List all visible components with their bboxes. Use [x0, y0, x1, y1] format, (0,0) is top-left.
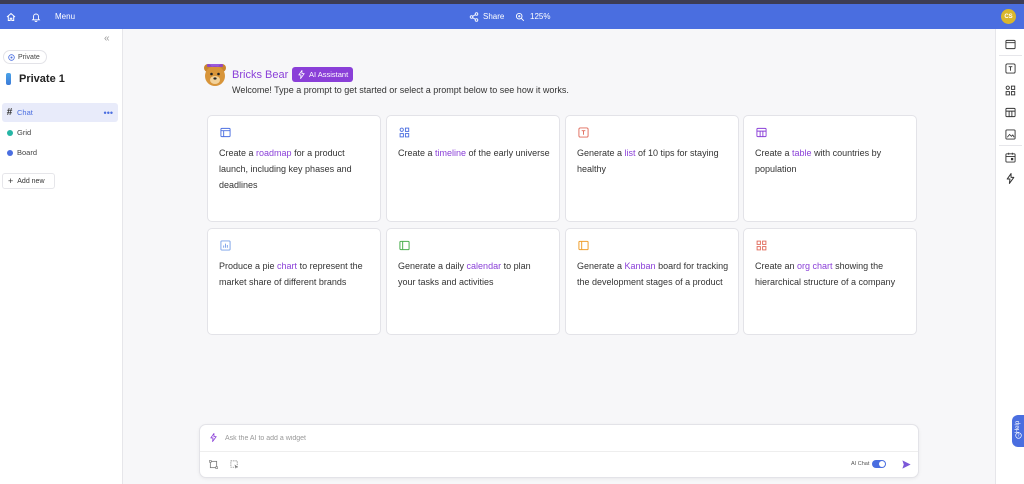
ai-prompt-input[interactable]: [225, 431, 825, 445]
avatar[interactable]: CS: [1001, 9, 1016, 24]
workspace-title: Private 1: [6, 73, 65, 85]
sidebar-item-label: Chat: [17, 108, 33, 117]
text-widget-icon[interactable]: [1004, 62, 1016, 74]
help-label: Help: [1015, 420, 1022, 433]
home-icon[interactable]: [5, 4, 17, 29]
zoom-level[interactable]: 125%: [530, 4, 550, 29]
org-chart-icon: [756, 240, 767, 251]
prompt-card-org-chart[interactable]: Create an org chart showing the hierarch…: [743, 228, 917, 335]
calendar-widget-icon[interactable]: [1004, 151, 1016, 163]
list-icon: [578, 127, 589, 138]
more-options-icon[interactable]: •••: [104, 108, 113, 118]
chart-icon: [220, 240, 231, 251]
share-icon[interactable]: [468, 4, 480, 29]
ai-lightning-icon[interactable]: [1004, 172, 1016, 184]
board-dot-icon: [6, 149, 13, 156]
prompt-card-timeline[interactable]: Create a timeline of the early universe: [386, 115, 560, 222]
sparkle-icon: [210, 433, 217, 442]
bell-icon[interactable]: [30, 4, 42, 29]
timeline-icon: [399, 127, 410, 138]
prompt-text: Produce a pie chart to represent the mar…: [219, 261, 363, 287]
send-icon[interactable]: [901, 459, 912, 470]
ai-chat-toggle[interactable]: [872, 460, 886, 468]
prompt-text: Create a timeline of the early universe: [398, 148, 550, 158]
right-toolbar: Help ?: [995, 29, 1024, 484]
prompt-text: Generate a Kanban board for tracking the…: [577, 261, 729, 287]
prompt-card-table[interactable]: Create a table with countries by populat…: [743, 115, 917, 222]
select-area-icon[interactable]: [209, 460, 218, 469]
ai-assistant-badge: AI Assistant: [292, 67, 354, 82]
hash-icon: #: [6, 107, 13, 118]
table-icon: [756, 127, 767, 138]
shapes-widget-icon[interactable]: [1004, 84, 1016, 96]
prompt-text: Generate a daily calendar to plan your t…: [398, 261, 531, 287]
welcome-text: Welcome! Type a prompt to get started or…: [232, 85, 569, 95]
add-new-label: Add new: [17, 177, 45, 185]
private-pill-label: Private: [18, 53, 40, 61]
sidebar-item-grid[interactable]: Grid: [2, 123, 118, 142]
private-pill[interactable]: Private: [3, 50, 47, 64]
divider: [999, 145, 1022, 146]
sparkle-icon: [298, 70, 305, 79]
bot-name: Bricks Bear: [232, 69, 289, 81]
collapse-sidebar-icon[interactable]: «: [104, 33, 110, 44]
plus-icon: +: [8, 176, 14, 186]
ai-chat-box: AI Chat: [199, 424, 919, 478]
sidebar-item-label: Board: [17, 148, 38, 157]
divider: [200, 451, 918, 452]
calendar-icon: [399, 240, 410, 251]
ai-chat-label: AI Chat: [851, 461, 870, 467]
workspace-icon: [6, 73, 11, 85]
top-bar: Menu Share 125% CS: [0, 4, 1024, 29]
prompt-card-calendar[interactable]: Generate a daily calendar to plan your t…: [386, 228, 560, 335]
sidebar-item-chat[interactable]: # Chat •••: [2, 103, 118, 122]
panel-layout-icon[interactable]: [1004, 38, 1016, 50]
shield-icon: [8, 53, 15, 61]
ai-assistant-badge-label: AI Assistant: [309, 70, 349, 79]
bricks-bear-avatar: [204, 64, 226, 86]
prompt-card-list[interactable]: Generate a list of 10 tips for staying h…: [565, 115, 739, 222]
help-button[interactable]: Help ?: [1012, 415, 1024, 447]
add-new-button[interactable]: + Add new: [2, 173, 55, 189]
sidebar-item-label: Grid: [17, 128, 32, 137]
table-widget-icon[interactable]: [1004, 106, 1016, 118]
grid-dot-icon: [6, 129, 13, 136]
zoom-icon[interactable]: [514, 4, 526, 29]
prompt-text: Create a table with countries by populat…: [755, 148, 882, 174]
prompt-card-roadmap[interactable]: Create a roadmap for a product launch, i…: [207, 115, 381, 222]
select-widget-icon[interactable]: [230, 460, 239, 469]
kanban-icon: [578, 240, 589, 251]
prompt-text: Create an org chart showing the hierarch…: [755, 261, 896, 287]
prompt-card-kanban[interactable]: Generate a Kanban board for tracking the…: [565, 228, 739, 335]
divider: [999, 55, 1022, 56]
prompt-text: Generate a list of 10 tips for staying h…: [577, 148, 719, 174]
workspace-title-text: Private 1: [19, 73, 65, 85]
share-button[interactable]: Share: [483, 4, 504, 29]
prompt-text: Create a roadmap for a product launch, i…: [219, 148, 352, 190]
image-widget-icon[interactable]: [1004, 128, 1016, 140]
roadmap-icon: [220, 127, 231, 138]
sidebar-item-board[interactable]: Board: [2, 143, 118, 162]
menu-button[interactable]: Menu: [55, 4, 75, 29]
sidebar: « Private Private 1 # Chat ••• Grid Boar…: [0, 29, 123, 484]
prompt-card-chart[interactable]: Produce a pie chart to represent the mar…: [207, 228, 381, 335]
